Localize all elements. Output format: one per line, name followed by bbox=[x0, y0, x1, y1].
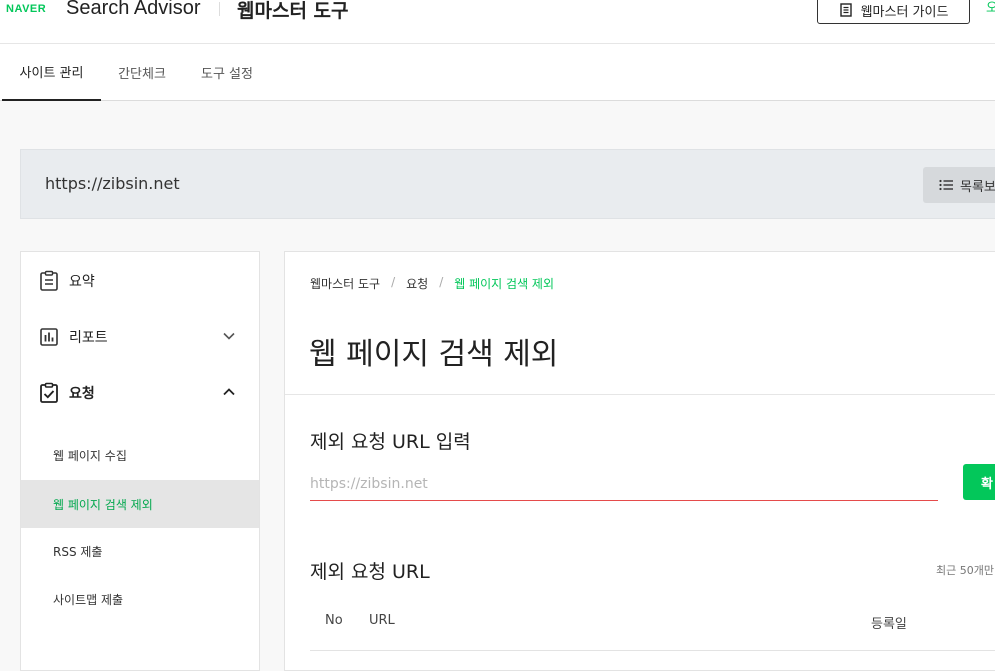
sidebar-item-label: 요약 bbox=[69, 274, 95, 290]
confirm-button[interactable]: 확 bbox=[963, 464, 995, 500]
sidebar: 요약 리포트 요청 웹 페이지 수집 웹 페이지 검색 제외 RSS 제출 사이… bbox=[20, 251, 260, 671]
breadcrumb-separator: / bbox=[439, 275, 444, 289]
breadcrumb-separator: / bbox=[391, 275, 396, 289]
guide-button-label: 웹마스터 가이드 bbox=[860, 4, 949, 20]
table-header-date[interactable]: 등록일 bbox=[871, 613, 907, 632]
table-header-url: URL bbox=[369, 613, 395, 628]
sidebar-subitem-page-crawl[interactable]: 웹 페이지 수집 bbox=[21, 431, 259, 479]
list-icon bbox=[939, 179, 953, 191]
breadcrumb-item[interactable]: 요청 bbox=[406, 275, 428, 292]
sidebar-subitem-rss[interactable]: RSS 제출 bbox=[21, 527, 259, 575]
breadcrumb-item[interactable]: 웹마스터 도구 bbox=[310, 275, 380, 292]
webmaster-guide-button[interactable]: 웹마스터 가이드 bbox=[817, 0, 970, 24]
table-header-no: No bbox=[325, 613, 343, 628]
checklist-icon bbox=[40, 382, 58, 403]
main-tabs: 사이트 관리 간단체크 도구 설정 bbox=[0, 44, 995, 101]
main-panel: 웹마스터 도구 / 요청 / 웹 페이지 검색 제외 웹 페이지 검색 제외 제… bbox=[284, 251, 995, 671]
chevron-up-icon[interactable] bbox=[222, 385, 236, 399]
chart-icon bbox=[40, 328, 58, 346]
divider bbox=[285, 394, 995, 395]
list-view-button[interactable]: 목록보 bbox=[923, 167, 995, 203]
sidebar-item-label: 요청 bbox=[69, 386, 95, 402]
sidebar-subitem-sitemap[interactable]: 사이트맵 제출 bbox=[21, 575, 259, 623]
sidebar-item-report[interactable]: 리포트 bbox=[21, 316, 259, 356]
clipboard-icon bbox=[40, 270, 58, 291]
table-header-divider bbox=[310, 650, 995, 651]
breadcrumb-current: 웹 페이지 검색 제외 bbox=[454, 277, 555, 291]
header-edge-link[interactable]: 오 bbox=[986, 0, 995, 16]
list-section-title: 제외 요청 URL bbox=[310, 561, 430, 583]
recent-note: 최근 50개만 bbox=[936, 564, 994, 577]
document-icon bbox=[839, 3, 852, 17]
input-section-title: 제외 요청 URL 입력 bbox=[310, 431, 471, 453]
site-url: https://zibsin.net bbox=[45, 174, 180, 193]
top-header: NAVER Search Advisor 웹마스터 도구 웹마스터 가이드 오 bbox=[0, 0, 995, 44]
sidebar-item-summary[interactable]: 요약 bbox=[21, 260, 259, 300]
naver-logo[interactable]: NAVER bbox=[6, 3, 46, 15]
site-bar: https://zibsin.net 목록보 bbox=[20, 149, 995, 219]
tab-simple-check[interactable]: 간단체크 bbox=[104, 44, 180, 101]
tab-tool-settings[interactable]: 도구 설정 bbox=[187, 44, 267, 101]
sidebar-subitem-search-exclusion[interactable]: 웹 페이지 검색 제외 bbox=[21, 480, 259, 528]
chevron-down-icon[interactable] bbox=[222, 329, 236, 343]
tool-title[interactable]: 웹마스터 도구 bbox=[237, 0, 349, 23]
sidebar-item-request[interactable]: 요청 bbox=[21, 372, 259, 412]
brand-divider bbox=[219, 2, 220, 16]
breadcrumb: 웹마스터 도구 / 요청 / 웹 페이지 검색 제외 bbox=[310, 275, 554, 292]
tab-site-management[interactable]: 사이트 관리 bbox=[2, 44, 101, 101]
exclusion-url-input[interactable] bbox=[310, 467, 938, 501]
list-button-label: 목록보 bbox=[960, 179, 995, 195]
sidebar-item-label: 리포트 bbox=[69, 330, 108, 346]
product-name[interactable]: Search Advisor bbox=[66, 0, 201, 20]
page-title: 웹 페이지 검색 제외 bbox=[309, 337, 559, 372]
